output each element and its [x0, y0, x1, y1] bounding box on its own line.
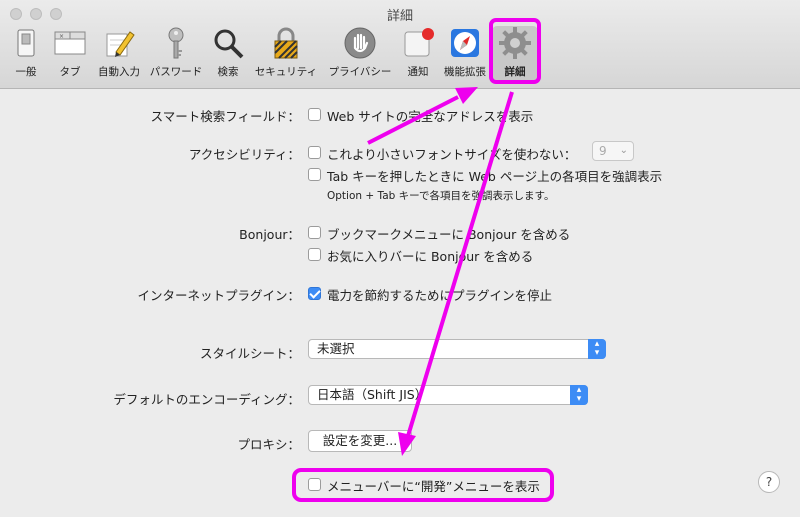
encoding-select[interactable]: 日本語（Shift JIS） ▴ ▾ [308, 385, 588, 405]
toolbar-privacy[interactable]: プライバシー [324, 26, 396, 82]
padlock-icon [274, 27, 298, 59]
preferences-window: 詳細 一般 × タブ 自動入力 パスワード 検索 セキュリティ プライバシー 通… [0, 0, 800, 517]
toolbar-label: プライバシー [328, 66, 392, 78]
proxy-label: プロキシ： [237, 437, 300, 452]
plugins-power-checkbox[interactable] [308, 287, 321, 300]
min-font-size-value: 9 [599, 144, 607, 158]
toolbar-label: 一般 [15, 66, 37, 78]
stylesheet-label: スタイルシート： [199, 346, 300, 361]
stylesheet-select[interactable]: 未選択 ▴ ▾ [308, 339, 606, 359]
magnifier-icon [214, 29, 244, 59]
accessibility-label: アクセシビリティ： [188, 147, 300, 162]
toolbar-notifications[interactable]: 通知 [398, 26, 438, 82]
bonjour-label: Bonjour： [239, 227, 300, 242]
toolbar-label: セキュリティ [254, 66, 318, 78]
stylesheet-value: 未選択 [317, 341, 355, 356]
proxy-change-button[interactable]: 設定を変更... [308, 430, 412, 452]
toolbar-extensions[interactable]: 機能拡張 [440, 26, 490, 82]
toolbar-label: 機能拡張 [444, 66, 486, 78]
chevron-down-icon: ⌄ [619, 145, 628, 156]
toolbar: 詳細 一般 × タブ 自動入力 パスワード 検索 セキュリティ プライバシー 通… [0, 0, 800, 89]
encoding-value: 日本語（Shift JIS） [317, 387, 428, 402]
toolbar-general[interactable]: 一般 [4, 26, 48, 82]
window-title: 詳細 [386, 9, 413, 24]
switch-icon [17, 29, 35, 57]
tabs-icon: × [54, 31, 86, 55]
toolbar-passwords[interactable]: パスワード [146, 26, 206, 82]
bonjour-bookmarks-checkbox[interactable] [308, 226, 321, 239]
tab-highlight-option: Tab キーを押したときに Web ページ上の各項目を強調表示 [327, 169, 663, 184]
annotation-highlight-toolbar [489, 18, 541, 84]
pencil-icon [106, 31, 135, 57]
toolbar-label: 検索 [217, 66, 239, 78]
key-icon [168, 27, 184, 59]
tab-highlight-checkbox[interactable] [308, 168, 321, 181]
smart-search-checkbox[interactable] [308, 108, 321, 121]
toolbar-autofill[interactable]: 自動入力 [92, 26, 146, 82]
smart-search-option: Web サイトの完全なアドレスを表示 [327, 109, 534, 124]
toolbar-tabs[interactable]: × タブ [50, 26, 90, 82]
toolbar-search[interactable]: 検索 [208, 26, 248, 82]
toolbar-label: 通知 [407, 66, 429, 78]
toolbar-label: タブ [59, 66, 81, 78]
bonjour-bookmarks-option: ブックマークメニューに Bonjour を含める [327, 227, 571, 242]
toolbar-security[interactable]: セキュリティ [250, 26, 322, 82]
annotation-highlight-develop [292, 468, 554, 502]
plugins-label: インターネットプラグイン： [137, 288, 300, 303]
min-font-size-select[interactable]: 9 ⌄ [592, 141, 634, 161]
help-button[interactable]: ? [758, 471, 780, 493]
min-font-size-checkbox[interactable] [308, 146, 321, 159]
plugins-power-option: 電力を節約するためにプラグインを停止 [327, 288, 553, 303]
svg-text:×: × [59, 33, 64, 40]
bonjour-favorites-checkbox[interactable] [308, 248, 321, 261]
annotation-arrowhead [455, 87, 478, 104]
updown-arrows-icon: ▴ ▾ [588, 339, 606, 359]
toolbar-label: パスワード [149, 66, 203, 78]
smart-search-label: スマート検索フィールド： [150, 109, 300, 124]
bonjour-favorites-option: お気に入りバーに Bonjour を含める [327, 249, 534, 264]
hand-icon [344, 27, 376, 59]
toolbar-label: 自動入力 [98, 66, 140, 78]
encoding-label: デフォルトのエンコーディング： [113, 392, 300, 407]
notification-icon [404, 28, 434, 57]
min-font-size-option: これより小さいフォントサイズを使わない： [327, 147, 577, 162]
compass-icon [451, 29, 479, 57]
updown-arrows-icon: ▴ ▾ [570, 385, 588, 405]
tab-highlight-note: Option + Tab キーで各項目を強調表示します。 [327, 190, 555, 202]
